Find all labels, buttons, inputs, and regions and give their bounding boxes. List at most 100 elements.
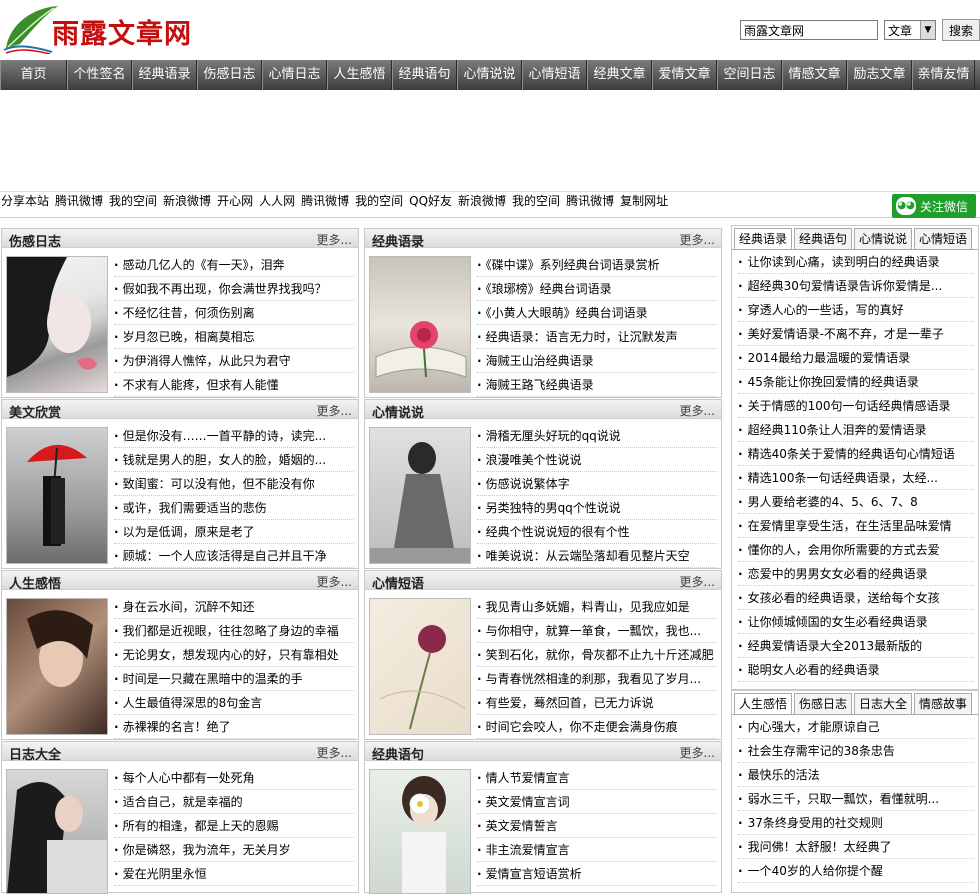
- list-item[interactable]: 感动几亿人的《有一天》，泪奔: [114, 253, 354, 277]
- list-item[interactable]: 所有的相逢，都是上天的恩赐: [114, 814, 354, 838]
- more-link[interactable]: 更多...: [317, 573, 352, 590]
- thumbnail-image[interactable]: [369, 769, 471, 894]
- share-link[interactable]: 我的空间: [109, 194, 157, 208]
- nav-item[interactable]: 人生感悟: [327, 60, 392, 90]
- list-item[interactable]: 赤裸裸的名言！绝了: [114, 715, 354, 739]
- list-item[interactable]: 让你倾城倾国的女生必看经典语录: [738, 610, 974, 634]
- list-item[interactable]: 经典语录：语言无力时，让沉默发声: [477, 325, 717, 349]
- share-link[interactable]: 新浪微博: [458, 194, 506, 208]
- share-link[interactable]: 我的空间: [355, 194, 403, 208]
- list-item[interactable]: 或许，我们需要适当的悲伤: [114, 496, 354, 520]
- nav-item[interactable]: 经典语录: [132, 60, 197, 90]
- nav-item[interactable]: 爱情文章: [652, 60, 717, 90]
- list-item[interactable]: 爱情宣言短语赏析: [477, 862, 717, 886]
- tab-rensheng-ganwu[interactable]: 人生感悟: [734, 693, 793, 714]
- list-item[interactable]: 假如我不再出现，你会满世界找我吗？: [114, 277, 354, 301]
- nav-item[interactable]: 个性签名: [67, 60, 132, 90]
- list-item[interactable]: 致闺蜜：可以没有他，但不能没有你: [114, 472, 354, 496]
- more-link[interactable]: 更多...: [317, 402, 352, 419]
- list-item[interactable]: 滑稽无厘头好玩的qq说说: [477, 424, 717, 448]
- search-input[interactable]: [740, 20, 878, 40]
- share-link[interactable]: 新浪微博: [163, 194, 211, 208]
- list-item[interactable]: 时间它会咬人，你不走便会满身伤痕: [477, 715, 717, 739]
- more-link[interactable]: 更多...: [680, 402, 715, 419]
- nav-item[interactable]: 亲情友情: [912, 60, 975, 90]
- more-link[interactable]: 更多...: [317, 744, 352, 761]
- list-item[interactable]: 与青春恍然相逢的刹那，我看见了岁月...: [477, 667, 717, 691]
- list-item[interactable]: 唯美说说：从云端坠落却看见整片天空: [477, 544, 717, 568]
- more-link[interactable]: 更多...: [317, 231, 352, 248]
- thumbnail-image[interactable]: [369, 256, 471, 393]
- list-item[interactable]: 社会生存需牢记的38条忠告: [738, 739, 974, 763]
- list-item[interactable]: 不经忆往昔，何须伤别离: [114, 301, 354, 325]
- list-item[interactable]: 聪明女人必看的经典语录: [738, 658, 974, 682]
- nav-item[interactable]: 情感文章: [782, 60, 847, 90]
- list-item[interactable]: 你是磷怒，我为流年，无关月岁: [114, 838, 354, 862]
- more-link[interactable]: 更多...: [680, 573, 715, 590]
- list-item[interactable]: 超经典30句爱情语录告诉你爱情是...: [738, 274, 974, 298]
- list-item[interactable]: 情人节爱情宣言: [477, 766, 717, 790]
- list-item[interactable]: 女孩必看的经典语录，送给每个女孩: [738, 586, 974, 610]
- list-item[interactable]: 我见青山多妩媚，料青山，见我应如是: [477, 595, 717, 619]
- list-item[interactable]: 适合自己，就是幸福的: [114, 790, 354, 814]
- list-item[interactable]: 海贼王路飞经典语录: [477, 373, 717, 397]
- nav-item[interactable]: 心情说说: [457, 60, 522, 90]
- share-link[interactable]: 人人网: [259, 194, 295, 208]
- tab-qinggan-gushi[interactable]: 情感故事: [914, 693, 973, 714]
- list-item[interactable]: 岁月忽已晚，相离莫相忘: [114, 325, 354, 349]
- list-item[interactable]: 与你相守，就算一箪食，一瓢饮，我也...: [477, 619, 717, 643]
- list-item[interactable]: 经典爱情语录大全2013最新版的: [738, 634, 974, 658]
- nav-item[interactable]: 励志文章: [847, 60, 912, 90]
- site-logo[interactable]: 雨露文章网: [0, 2, 200, 54]
- list-item[interactable]: 美好爱情语录-不离不弃，才是一辈子: [738, 322, 974, 346]
- thumbnail-image[interactable]: [369, 427, 471, 564]
- list-item[interactable]: 我问佛！太舒服！太经典了: [738, 835, 974, 859]
- nav-item[interactable]: 伤感日志: [197, 60, 262, 90]
- list-item[interactable]: 我们都是近视眼，往往忽略了身边的幸福: [114, 619, 354, 643]
- list-item[interactable]: 非主流爱情宣言: [477, 838, 717, 862]
- list-item[interactable]: 37条终身受用的社交规则: [738, 811, 974, 835]
- list-item[interactable]: 身在云水间，沉醉不知还: [114, 595, 354, 619]
- share-link[interactable]: 腾讯微博: [301, 194, 349, 208]
- list-item[interactable]: 懂你的人，会用你所需要的方式去爱: [738, 538, 974, 562]
- list-item[interactable]: 45条能让你挽回爱情的经典语录: [738, 370, 974, 394]
- tab-jingdian-yulu[interactable]: 经典语录: [734, 228, 793, 249]
- list-item[interactable]: 无论男女，想发现内心的好，只有靠相处: [114, 643, 354, 667]
- list-item[interactable]: 为伊消得人憔悴，从此只为君守: [114, 349, 354, 373]
- share-link[interactable]: 开心网: [217, 194, 253, 208]
- list-item[interactable]: 爱在光阴里永恒: [114, 862, 354, 886]
- list-item[interactable]: 每个人心中都有一处死角: [114, 766, 354, 790]
- wechat-follow-button[interactable]: ◕◕ 关注微信: [892, 194, 976, 218]
- search-button[interactable]: 搜索: [941, 19, 980, 41]
- list-item[interactable]: 海贼王山治经典语录: [477, 349, 717, 373]
- list-item[interactable]: 不求有人能疼，但求有人能懂: [114, 373, 354, 397]
- tab-xinqing-shuoshuo[interactable]: 心情说说: [854, 228, 913, 249]
- thumbnail-image[interactable]: [6, 427, 108, 564]
- share-link[interactable]: 复制网址: [620, 194, 668, 208]
- nav-item[interactable]: 经典文章: [587, 60, 652, 90]
- list-item[interactable]: 笑到石化，就你，骨灰都不止九十斤还减肥: [477, 643, 717, 667]
- nav-item[interactable]: 空间日志: [717, 60, 782, 90]
- thumbnail-image[interactable]: [6, 598, 108, 735]
- list-item[interactable]: 恋爱中的男男女女必看的经典语录: [738, 562, 974, 586]
- list-item[interactable]: 《碟中谍》系列经典台词语录赏析: [477, 253, 717, 277]
- list-item[interactable]: 穿透人心的一些话，写的真好: [738, 298, 974, 322]
- tab-rizhi-daquan[interactable]: 日志大全: [854, 693, 913, 714]
- tab-shanggan-rizhi[interactable]: 伤感日志: [794, 693, 853, 714]
- list-item[interactable]: 另类独特的男qq个性说说: [477, 496, 717, 520]
- list-item[interactable]: 《小黄人大眼萌》经典台词语录: [477, 301, 717, 325]
- list-item[interactable]: 顾城：一个人应该活得是自己并且干净: [114, 544, 354, 568]
- list-item[interactable]: 《琅琊榜》经典台词语录: [477, 277, 717, 301]
- list-item[interactable]: 精选40条关于爱情的经典语句心情短语: [738, 442, 974, 466]
- list-item[interactable]: 内心强大，才能原谅自己: [738, 715, 974, 739]
- more-link[interactable]: 更多...: [680, 231, 715, 248]
- list-item[interactable]: 时间是一只藏在黑暗中的温柔的手: [114, 667, 354, 691]
- list-item[interactable]: 伤感说说繁体字: [477, 472, 717, 496]
- nav-item[interactable]: 首页: [0, 60, 67, 90]
- list-item[interactable]: 让你读到心痛，读到明白的经典语录: [738, 250, 974, 274]
- tab-jingdian-yuju[interactable]: 经典语句: [794, 228, 853, 249]
- search-type-select[interactable]: 文章 ▼: [884, 20, 936, 40]
- list-item[interactable]: 有些爱，蓦然回首，已无力诉说: [477, 691, 717, 715]
- list-item[interactable]: 超经典110条让人泪奔的爱情语录: [738, 418, 974, 442]
- thumbnail-image[interactable]: [6, 256, 108, 393]
